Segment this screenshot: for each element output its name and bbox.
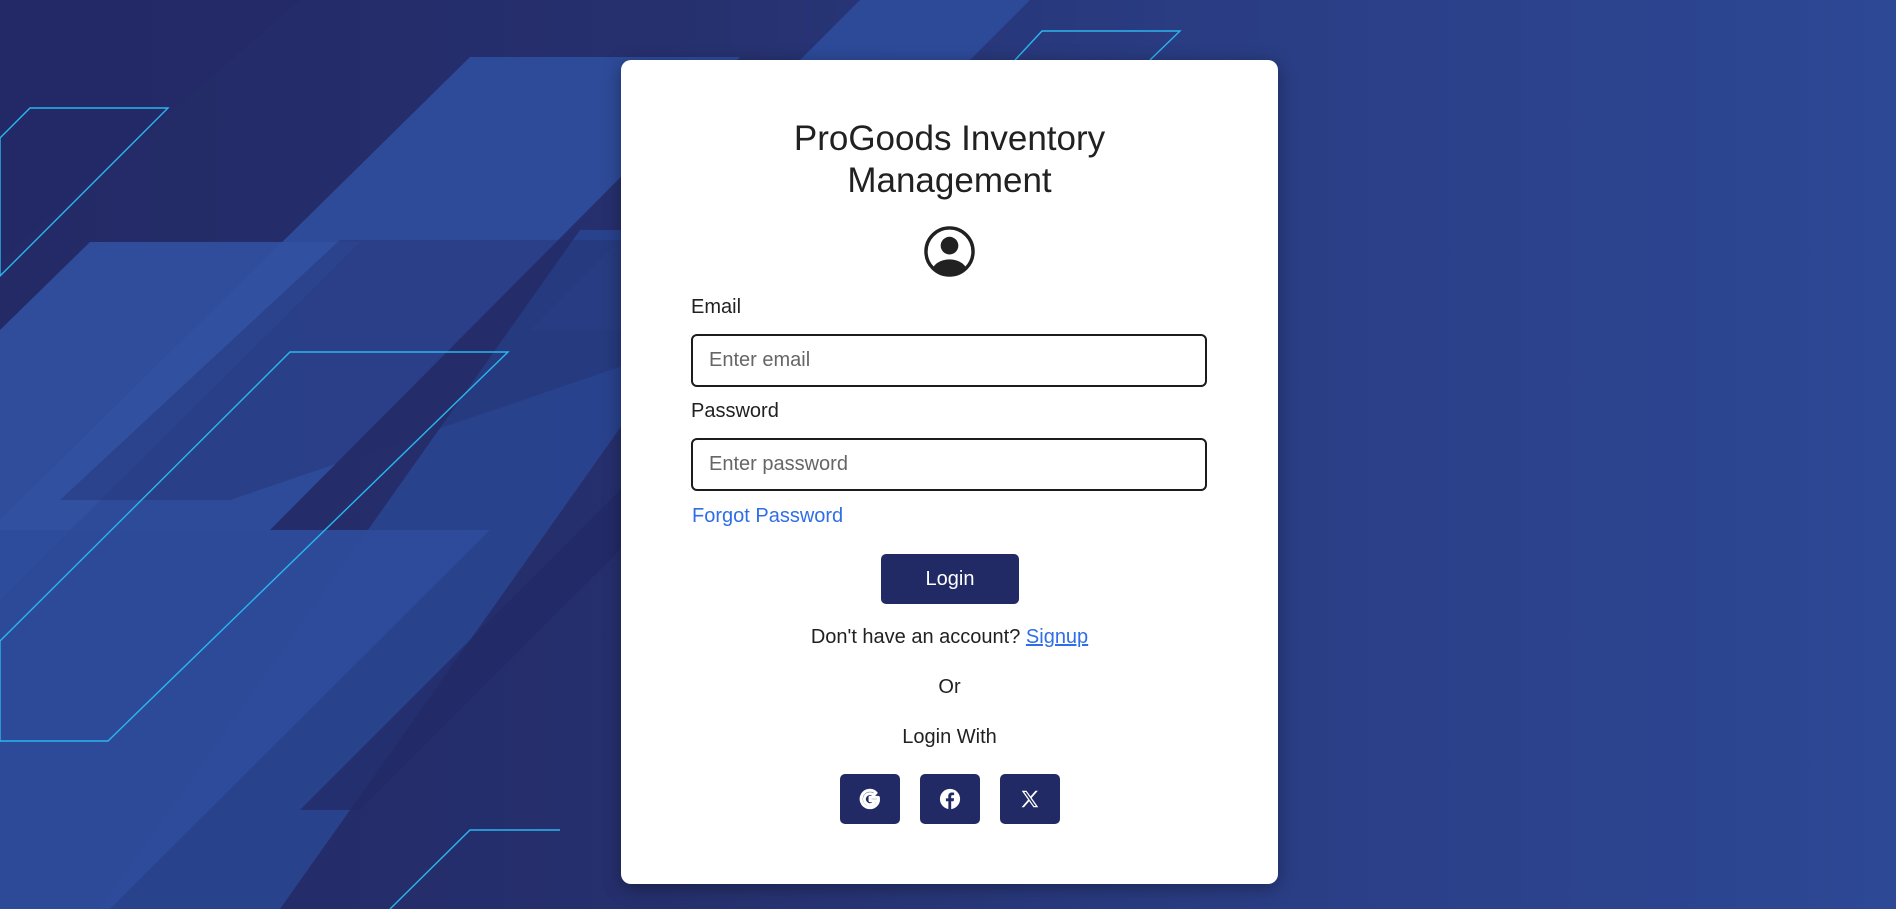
email-input[interactable] — [691, 334, 1207, 387]
or-divider-text: Or — [938, 676, 961, 698]
facebook-icon — [939, 788, 961, 810]
x-icon — [1021, 790, 1039, 808]
login-button[interactable]: Login — [881, 554, 1019, 604]
title-line-1: ProGoods Inventory — [793, 119, 1106, 158]
title-line-2: Management — [847, 161, 1052, 200]
x-login-button[interactable] — [1000, 774, 1060, 824]
google-icon — [859, 788, 880, 810]
password-label: Password — [691, 400, 779, 422]
login-card: ProGoods Inventory Management Email Pass… — [621, 60, 1278, 884]
signup-prompt: Don't have an account? Signup — [621, 626, 1278, 649]
email-label: Email — [691, 296, 742, 318]
user-avatar-icon — [924, 226, 975, 277]
signup-link[interactable]: Signup — [1026, 626, 1088, 648]
login-page: ProGoods Inventory Management Email Pass… — [0, 0, 1896, 909]
forgot-password-link[interactable]: Forgot Password — [692, 505, 843, 528]
page-title: ProGoods Inventory Management — [621, 118, 1278, 202]
facebook-login-button[interactable] — [920, 774, 980, 824]
google-login-button[interactable] — [840, 774, 900, 824]
no-account-text: Don't have an account? — [810, 626, 1021, 648]
password-input[interactable] — [691, 438, 1207, 491]
login-with-text: Login With — [902, 726, 997, 748]
